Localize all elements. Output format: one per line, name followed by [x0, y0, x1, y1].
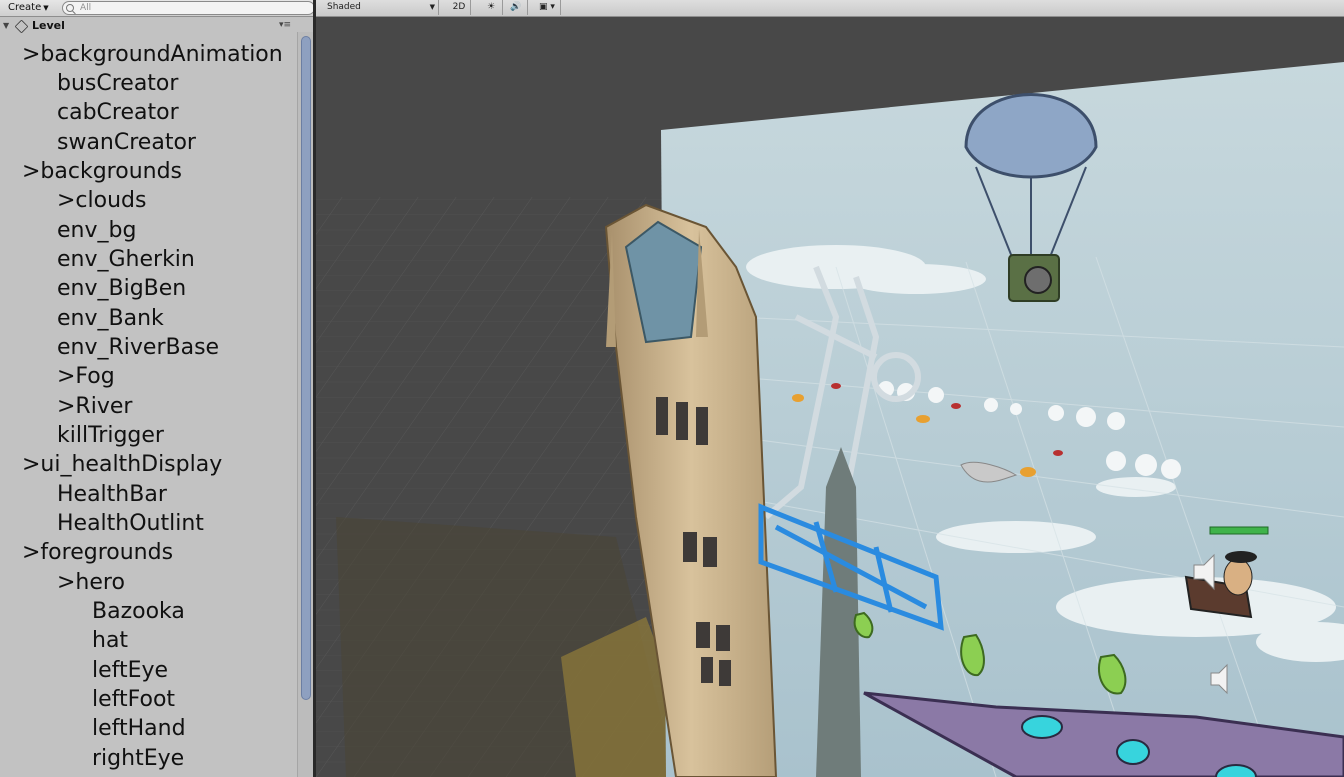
hierarchy-item[interactable]: >River [57, 392, 132, 421]
hierarchy-item[interactable]: killTrigger [57, 421, 164, 450]
hierarchy-item[interactable]: >foregrounds [22, 538, 173, 567]
hierarchy-item[interactable]: env_Bank [57, 304, 164, 333]
scrollbar-thumb[interactable] [301, 36, 311, 700]
hierarchy-item[interactable]: env_Gherkin [57, 245, 195, 274]
dropdown-arrow-icon: ▼ [43, 4, 49, 12]
scene-toolbar: Shaded ▼ 2D ☀ 🔊 ▣ ▾ [316, 0, 1344, 17]
scene-menu-icon[interactable]: ▾≡ [279, 17, 291, 34]
scene-viewport[interactable] [316, 17, 1344, 777]
hierarchy-item[interactable]: env_bg [57, 216, 136, 245]
create-label: Create [8, 2, 42, 13]
hierarchy-item[interactable]: rightEye [92, 744, 184, 773]
hierarchy-panel: Create ▼ All ▼ Level ▾≡ >backgroundAnimat… [0, 0, 313, 777]
search-icon [66, 4, 74, 12]
scene-view[interactable]: Shaded ▼ 2D ☀ 🔊 ▣ ▾ [316, 0, 1344, 777]
hierarchy-item[interactable]: HealthOutlint [57, 509, 204, 538]
hierarchy-item[interactable]: >Fog [57, 362, 115, 391]
hierarchy-item[interactable]: leftFoot [92, 685, 175, 714]
hierarchy-item[interactable]: >clouds [57, 186, 146, 215]
hierarchy-item[interactable]: HealthBar [57, 480, 167, 509]
scene-name: Level [32, 19, 65, 32]
hierarchy-item[interactable]: swanCreator [57, 128, 196, 157]
hierarchy-scrollbar[interactable] [297, 32, 313, 777]
scene-header[interactable]: ▼ Level ▾≡ [0, 17, 297, 34]
sun-icon[interactable]: ☀ [480, 0, 503, 15]
unity-scene-icon [14, 19, 29, 34]
hierarchy-search-input[interactable]: All [62, 1, 313, 15]
shading-mode-label: Shaded [327, 2, 361, 12]
hierarchy-item[interactable]: Bazooka [92, 597, 185, 626]
hierarchy-item[interactable]: >backgroundAnimation [22, 40, 283, 69]
hierarchy-toolbar: Create ▼ All [0, 0, 313, 17]
hierarchy-item[interactable]: cabCreator [57, 98, 179, 127]
hierarchy-item[interactable]: leftEye [92, 656, 168, 685]
hierarchy-item[interactable]: >hero [57, 568, 125, 597]
hierarchy-item[interactable]: >ui_healthDisplay [22, 450, 222, 479]
hierarchy-item[interactable]: env_BigBen [57, 274, 186, 303]
mode-2d-toggle[interactable]: 2D [448, 0, 471, 15]
speaker-icon[interactable]: 🔊 [505, 0, 528, 15]
search-placeholder: All [80, 3, 92, 13]
hierarchy-item[interactable]: >backgrounds [22, 157, 182, 186]
foldout-arrow-icon[interactable]: ▼ [3, 17, 9, 34]
hierarchy-item[interactable]: hat [92, 626, 128, 655]
shading-mode-dropdown[interactable]: Shaded ▼ [321, 0, 439, 15]
hierarchy-item[interactable]: leftHand [92, 714, 186, 743]
hierarchy-item[interactable]: busCreator [57, 69, 178, 98]
image-icon[interactable]: ▣ ▾ [534, 0, 561, 15]
hierarchy-item[interactable]: env_RiverBase [57, 333, 219, 362]
dropdown-arrow-icon: ▼ [429, 3, 435, 11]
create-dropdown[interactable]: Create ▼ [2, 1, 54, 14]
